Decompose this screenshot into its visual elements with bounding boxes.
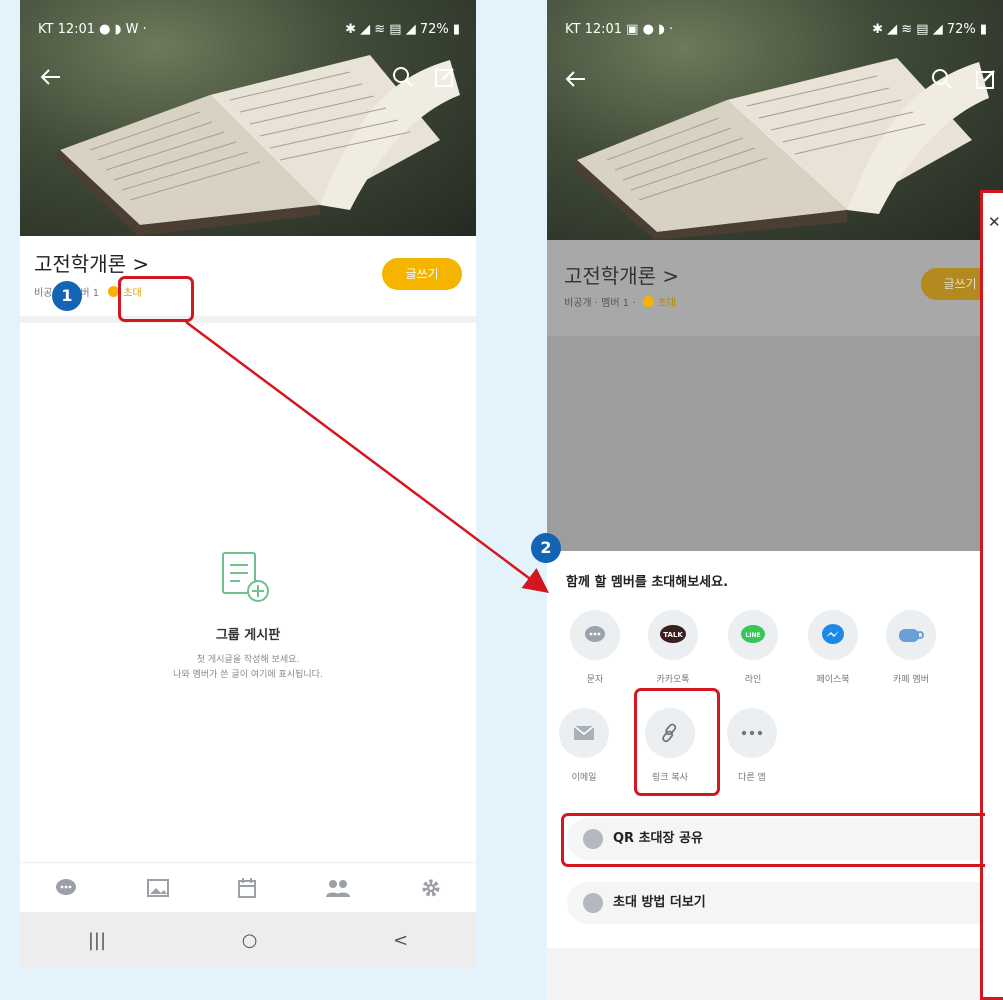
highlight-invite [118,276,194,322]
step-badge-2: 2 [531,533,561,563]
step-badge-1: 1 [52,281,82,311]
highlight-copy-link [634,688,720,796]
highlight-qr-invite [561,813,985,867]
